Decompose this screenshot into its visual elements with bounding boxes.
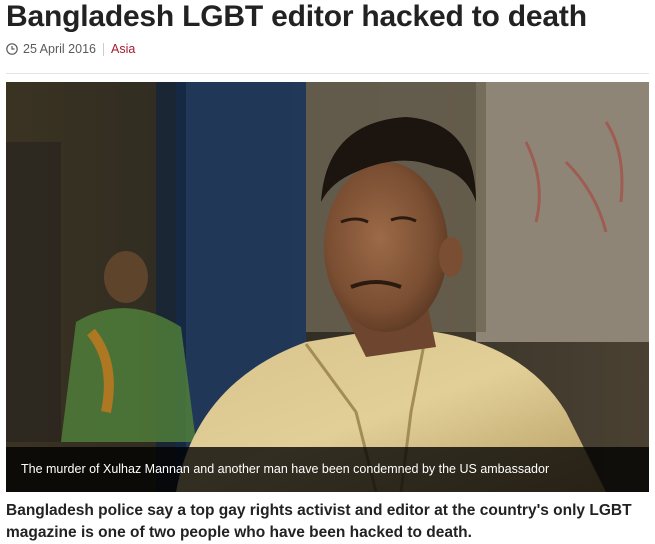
header-divider bbox=[6, 73, 649, 74]
section-link-asia[interactable]: Asia bbox=[111, 42, 135, 56]
article-page: Bangladesh LGBT editor hacked to death 2… bbox=[0, 0, 655, 544]
article-intro: Bangladesh police say a top gay rights a… bbox=[6, 502, 632, 541]
article-meta: 25 April 2016 Asia bbox=[6, 40, 135, 58]
meta-divider bbox=[102, 42, 104, 56]
article-date: 25 April 2016 bbox=[23, 42, 96, 56]
article-headline: Bangladesh LGBT editor hacked to death bbox=[6, 0, 587, 33]
clock-icon bbox=[6, 43, 18, 55]
portrait-photo-image bbox=[6, 82, 649, 492]
article-photo: The murder of Xulhaz Mannan and another … bbox=[6, 82, 649, 492]
photo-caption: The murder of Xulhaz Mannan and another … bbox=[6, 447, 649, 492]
